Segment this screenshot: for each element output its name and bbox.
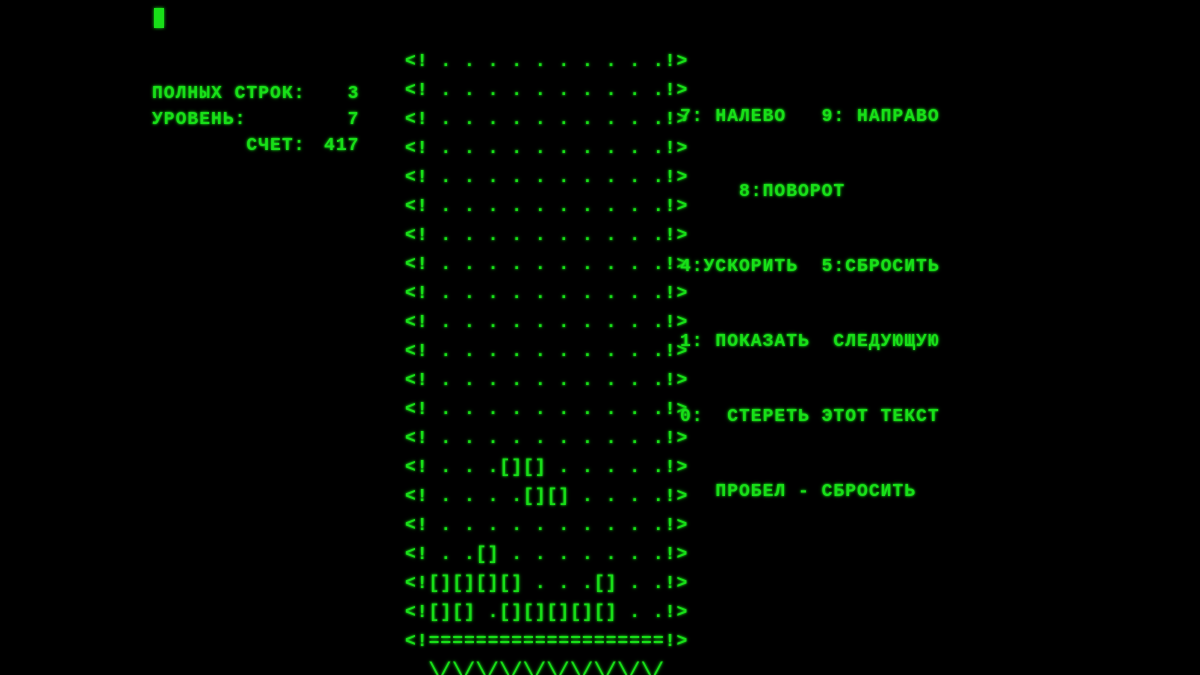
control-line-speed-drop: 4:УСКОРИТЬ 5:СБРОСИТЬ xyxy=(680,255,940,280)
stat-level: УРОВЕНЬ: 7 xyxy=(152,108,363,132)
stat-lines-value: 3 xyxy=(311,82,363,106)
control-line-left-right: 7: НАЛЕВО 9: НАПРАВО xyxy=(680,105,940,130)
stat-score-label: СЧЕТ: xyxy=(152,134,309,158)
tetris-board[interactable]: <! . . . . . . . . . .!> <! . . . . . . … xyxy=(405,48,688,675)
stat-score-value: 417 xyxy=(311,134,363,158)
control-line-hide-text: 0: СТЕРЕТЬ ЭТОТ ТЕКСТ xyxy=(680,405,940,430)
stat-score: СЧЕТ: 417 xyxy=(152,134,363,158)
control-line-space-drop: ПРОБЕЛ - СБРОСИТЬ xyxy=(680,480,940,505)
terminal-cursor xyxy=(154,8,164,28)
terminal-screen: ПОЛНЫХ СТРОК: 3 УРОВЕНЬ: 7 СЧЕТ: 417 <! … xyxy=(0,0,1200,675)
controls-panel: 7: НАЛЕВО 9: НАПРАВО 8:ПОВОРОТ 4:УСКОРИТ… xyxy=(680,55,940,555)
stat-lines: ПОЛНЫХ СТРОК: 3 xyxy=(152,82,363,106)
stat-lines-label: ПОЛНЫХ СТРОК: xyxy=(152,82,309,106)
control-line-rotate: 8:ПОВОРОТ xyxy=(680,180,940,205)
stat-level-value: 7 xyxy=(311,108,363,132)
stat-level-label: УРОВЕНЬ: xyxy=(152,108,309,132)
stats-panel: ПОЛНЫХ СТРОК: 3 УРОВЕНЬ: 7 СЧЕТ: 417 xyxy=(150,32,365,208)
control-line-show-next: 1: ПОКАЗАТЬ СЛЕДУЮЩУЮ xyxy=(680,330,940,355)
